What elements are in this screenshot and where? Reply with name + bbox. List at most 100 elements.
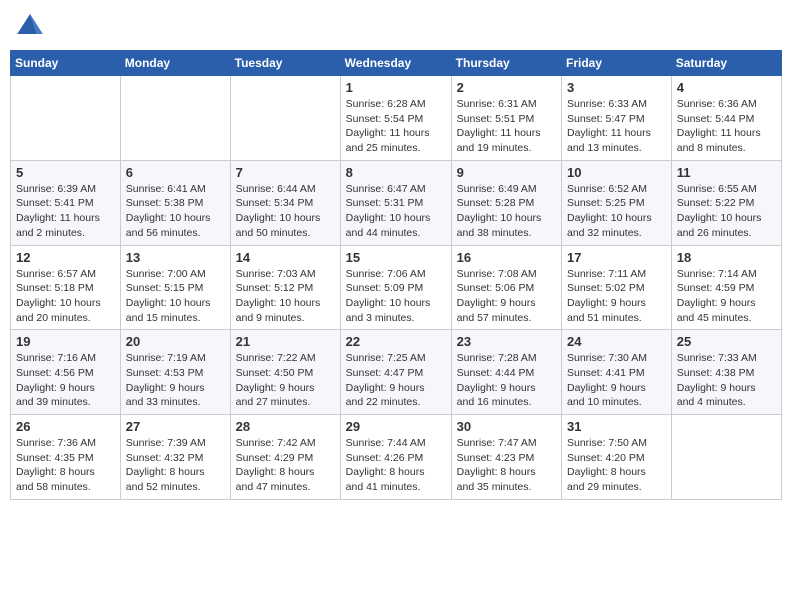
day-info: Sunrise: 6:52 AMSunset: 5:25 PMDaylight:… xyxy=(567,182,666,241)
day-info: Sunrise: 7:19 AMSunset: 4:53 PMDaylight:… xyxy=(126,351,225,410)
day-of-week-header: Tuesday xyxy=(230,51,340,76)
day-of-week-header: Monday xyxy=(120,51,230,76)
day-info: Sunrise: 7:14 AMSunset: 4:59 PMDaylight:… xyxy=(677,267,776,326)
calendar-week-row: 5 Sunrise: 6:39 AMSunset: 5:41 PMDaylight… xyxy=(11,160,782,245)
day-of-week-header: Saturday xyxy=(671,51,781,76)
day-number: 5 xyxy=(16,165,115,180)
day-of-week-header: Friday xyxy=(562,51,672,76)
calendar-cell: 20 Sunrise: 7:19 AMSunset: 4:53 PMDayligh… xyxy=(120,330,230,415)
calendar-week-row: 1 Sunrise: 6:28 AMSunset: 5:54 PMDaylight… xyxy=(11,76,782,161)
calendar-header-row: SundayMondayTuesdayWednesdayThursdayFrid… xyxy=(11,51,782,76)
day-number: 21 xyxy=(236,334,335,349)
calendar-week-row: 26Sunrise: 7:36 AMSunset: 4:35 PMDayligh… xyxy=(11,415,782,500)
day-info: Sunrise: 7:08 AMSunset: 5:06 PMDaylight:… xyxy=(457,267,556,326)
calendar-cell xyxy=(671,415,781,500)
calendar-cell: 11 Sunrise: 6:55 AMSunset: 5:22 PMDayligh… xyxy=(671,160,781,245)
day-info: Sunrise: 6:39 AMSunset: 5:41 PMDaylight:… xyxy=(16,182,115,241)
day-number: 11 xyxy=(677,165,776,180)
day-info: Sunrise: 6:33 AMSunset: 5:47 PMDaylight:… xyxy=(567,97,666,156)
calendar-cell: 21 Sunrise: 7:22 AMSunset: 4:50 PMDayligh… xyxy=(230,330,340,415)
calendar-cell: 30 Sunrise: 7:47 AMSunset: 4:23 PMDayligh… xyxy=(451,415,561,500)
day-number: 1 xyxy=(346,80,446,95)
logo-icon xyxy=(14,10,46,42)
day-number: 19 xyxy=(16,334,115,349)
calendar-cell: 19 Sunrise: 7:16 AMSunset: 4:56 PMDayligh… xyxy=(11,330,121,415)
day-number: 22 xyxy=(346,334,446,349)
day-info: Sunrise: 7:16 AMSunset: 4:56 PMDaylight:… xyxy=(16,351,115,410)
calendar-cell: 4 Sunrise: 6:36 AMSunset: 5:44 PMDaylight… xyxy=(671,76,781,161)
day-number: 10 xyxy=(567,165,666,180)
calendar-cell: 24 Sunrise: 7:30 AMSunset: 4:41 PMDayligh… xyxy=(562,330,672,415)
day-number: 17 xyxy=(567,250,666,265)
day-info: Sunrise: 7:25 AMSunset: 4:47 PMDaylight:… xyxy=(346,351,446,410)
day-number: 4 xyxy=(677,80,776,95)
calendar-cell: 27Sunrise: 7:39 AMSunset: 4:32 PMDayligh… xyxy=(120,415,230,500)
day-info: Sunrise: 7:30 AMSunset: 4:41 PMDaylight:… xyxy=(567,351,666,410)
day-number: 3 xyxy=(567,80,666,95)
calendar-cell: 31 Sunrise: 7:50 AMSunset: 4:20 PMDayligh… xyxy=(562,415,672,500)
day-number: 14 xyxy=(236,250,335,265)
day-number: 8 xyxy=(346,165,446,180)
calendar-cell: 7 Sunrise: 6:44 AMSunset: 5:34 PMDaylight… xyxy=(230,160,340,245)
calendar-cell: 1 Sunrise: 6:28 AMSunset: 5:54 PMDaylight… xyxy=(340,76,451,161)
day-number: 25 xyxy=(677,334,776,349)
day-number: 7 xyxy=(236,165,335,180)
day-info: Sunrise: 6:36 AMSunset: 5:44 PMDaylight:… xyxy=(677,97,776,156)
day-number: 12 xyxy=(16,250,115,265)
page-header xyxy=(10,10,782,42)
day-number: 20 xyxy=(126,334,225,349)
day-info: Sunrise: 6:44 AMSunset: 5:34 PMDaylight:… xyxy=(236,182,335,241)
day-info: Sunrise: 7:03 AMSunset: 5:12 PMDaylight:… xyxy=(236,267,335,326)
calendar-cell: 16Sunrise: 7:08 AMSunset: 5:06 PMDayligh… xyxy=(451,245,561,330)
day-of-week-header: Sunday xyxy=(11,51,121,76)
calendar-cell: 6 Sunrise: 6:41 AMSunset: 5:38 PMDaylight… xyxy=(120,160,230,245)
day-info: Sunrise: 7:22 AMSunset: 4:50 PMDaylight:… xyxy=(236,351,335,410)
day-info: Sunrise: 6:31 AMSunset: 5:51 PMDaylight:… xyxy=(457,97,556,156)
day-info: Sunrise: 6:28 AMSunset: 5:54 PMDaylight:… xyxy=(346,97,446,156)
day-info: Sunrise: 7:00 AMSunset: 5:15 PMDaylight:… xyxy=(126,267,225,326)
day-number: 29 xyxy=(346,419,446,434)
calendar-cell xyxy=(120,76,230,161)
day-info: Sunrise: 7:33 AMSunset: 4:38 PMDaylight:… xyxy=(677,351,776,410)
calendar-week-row: 12Sunrise: 6:57 AMSunset: 5:18 PMDayligh… xyxy=(11,245,782,330)
calendar-cell: 26Sunrise: 7:36 AMSunset: 4:35 PMDayligh… xyxy=(11,415,121,500)
calendar-cell: 29Sunrise: 7:44 AMSunset: 4:26 PMDayligh… xyxy=(340,415,451,500)
day-number: 2 xyxy=(457,80,556,95)
day-info: Sunrise: 7:39 AMSunset: 4:32 PMDaylight:… xyxy=(126,436,225,495)
calendar-cell: 12Sunrise: 6:57 AMSunset: 5:18 PMDayligh… xyxy=(11,245,121,330)
day-number: 15 xyxy=(346,250,446,265)
day-number: 28 xyxy=(236,419,335,434)
day-info: Sunrise: 6:55 AMSunset: 5:22 PMDaylight:… xyxy=(677,182,776,241)
day-number: 31 xyxy=(567,419,666,434)
day-info: Sunrise: 7:42 AMSunset: 4:29 PMDaylight:… xyxy=(236,436,335,495)
day-number: 18 xyxy=(677,250,776,265)
calendar-cell: 23 Sunrise: 7:28 AMSunset: 4:44 PMDayligh… xyxy=(451,330,561,415)
calendar-cell: 14 Sunrise: 7:03 AMSunset: 5:12 PMDayligh… xyxy=(230,245,340,330)
day-info: Sunrise: 7:28 AMSunset: 4:44 PMDaylight:… xyxy=(457,351,556,410)
calendar-cell: 25 Sunrise: 7:33 AMSunset: 4:38 PMDayligh… xyxy=(671,330,781,415)
day-number: 24 xyxy=(567,334,666,349)
day-info: Sunrise: 6:49 AMSunset: 5:28 PMDaylight:… xyxy=(457,182,556,241)
day-number: 23 xyxy=(457,334,556,349)
day-info: Sunrise: 6:41 AMSunset: 5:38 PMDaylight:… xyxy=(126,182,225,241)
calendar-cell: 17 Sunrise: 7:11 AMSunset: 5:02 PMDayligh… xyxy=(562,245,672,330)
day-info: Sunrise: 7:11 AMSunset: 5:02 PMDaylight:… xyxy=(567,267,666,326)
calendar-cell: 15 Sunrise: 7:06 AMSunset: 5:09 PMDayligh… xyxy=(340,245,451,330)
day-info: Sunrise: 6:47 AMSunset: 5:31 PMDaylight:… xyxy=(346,182,446,241)
day-number: 13 xyxy=(126,250,225,265)
day-number: 9 xyxy=(457,165,556,180)
day-info: Sunrise: 7:47 AMSunset: 4:23 PMDaylight:… xyxy=(457,436,556,495)
calendar-cell: 9 Sunrise: 6:49 AMSunset: 5:28 PMDaylight… xyxy=(451,160,561,245)
calendar-cell: 22 Sunrise: 7:25 AMSunset: 4:47 PMDayligh… xyxy=(340,330,451,415)
day-of-week-header: Thursday xyxy=(451,51,561,76)
calendar-table: SundayMondayTuesdayWednesdayThursdayFrid… xyxy=(10,50,782,500)
day-info: Sunrise: 7:06 AMSunset: 5:09 PMDaylight:… xyxy=(346,267,446,326)
logo xyxy=(14,10,50,42)
calendar-cell: 18 Sunrise: 7:14 AMSunset: 4:59 PMDayligh… xyxy=(671,245,781,330)
day-number: 30 xyxy=(457,419,556,434)
calendar-cell: 28 Sunrise: 7:42 AMSunset: 4:29 PMDayligh… xyxy=(230,415,340,500)
day-of-week-header: Wednesday xyxy=(340,51,451,76)
day-info: Sunrise: 7:36 AMSunset: 4:35 PMDaylight:… xyxy=(16,436,115,495)
day-info: Sunrise: 7:50 AMSunset: 4:20 PMDaylight:… xyxy=(567,436,666,495)
day-number: 6 xyxy=(126,165,225,180)
